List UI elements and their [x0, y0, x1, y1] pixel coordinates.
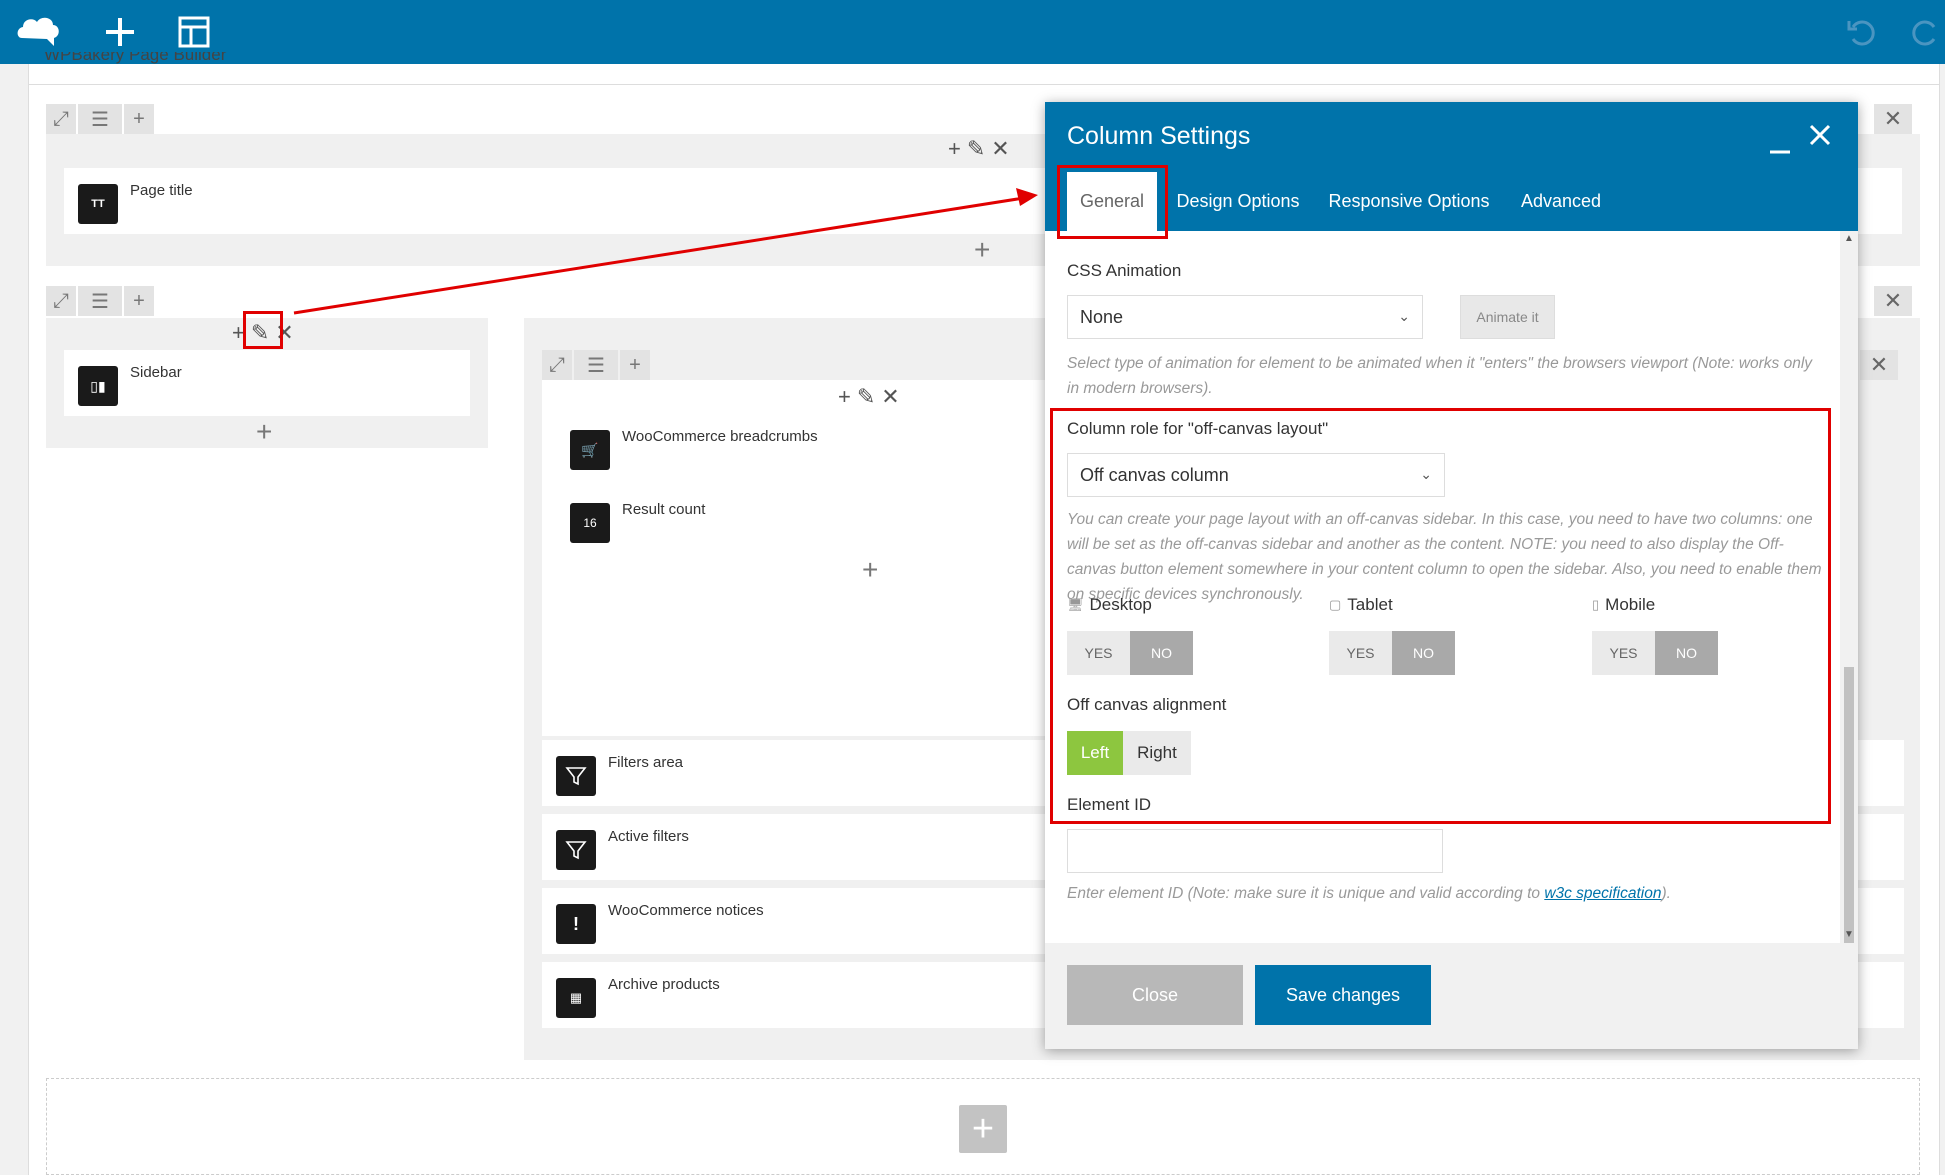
filter-icon [556, 756, 596, 796]
divider [28, 84, 1940, 85]
row-controls: ⤢ ☰ + [46, 286, 156, 316]
close-icon[interactable] [1805, 120, 1835, 156]
filter-icon [556, 830, 596, 870]
element-label: Sidebar [130, 364, 182, 381]
add-column-icon[interactable]: + [124, 286, 154, 316]
close-icon[interactable]: ✕ [1874, 286, 1912, 316]
modal-title: Column Settings [1067, 122, 1251, 150]
annotation-box-offcanvas-settings [1050, 408, 1831, 824]
row-controls: ⤢ ☰ + [46, 104, 156, 134]
row-layout-icon[interactable]: ☰ [574, 350, 618, 380]
row-layout-icon[interactable]: ☰ [78, 104, 122, 134]
add-element-icon[interactable] [96, 8, 144, 56]
element-label: Archive products [608, 976, 720, 993]
logo-icon[interactable] [14, 8, 62, 56]
result-count-icon: 16 [570, 503, 610, 543]
expand-icon[interactable]: ⤢ [46, 104, 76, 134]
element-label: Page title [130, 182, 193, 199]
inner-row-controls: ⤢ ☰ + [542, 350, 652, 380]
close-button[interactable]: Close [1067, 965, 1243, 1025]
scroll-thumb[interactable] [1844, 667, 1854, 963]
element-label: WooCommerce notices [608, 902, 764, 919]
breadcrumbs-icon: 🛒 [570, 430, 610, 470]
element-id-input[interactable] [1067, 829, 1443, 873]
undo-icon[interactable] [1838, 8, 1886, 56]
page-title-icon: TT [78, 184, 118, 224]
edit-pencil-icon[interactable]: ✎ [857, 384, 875, 410]
templates-icon[interactable] [170, 8, 218, 56]
element-label: Filters area [608, 754, 684, 771]
tab-advanced[interactable]: Advanced [1513, 172, 1609, 231]
sidebar-icon: ▯▮ [78, 366, 118, 406]
select-value: None [1080, 306, 1124, 327]
edit-pencil-icon[interactable]: ✎ [967, 136, 985, 162]
notice-icon: ! [556, 904, 596, 944]
add-icon[interactable]: + [948, 136, 961, 162]
column-controls: + ✎ ✕ [838, 384, 900, 410]
products-grid-icon: ▦ [556, 978, 596, 1018]
element-label: WooCommerce breadcrumbs [622, 428, 818, 445]
add-column-icon[interactable]: + [124, 104, 154, 134]
element-result-count[interactable]: 16 Result count [556, 487, 1046, 553]
css-animation-select[interactable]: None ⌄ [1067, 295, 1423, 339]
w3c-specification-link[interactable]: w3c specification [1544, 885, 1661, 902]
element-sidebar[interactable]: ▯▮ Sidebar [64, 350, 470, 416]
scroll-up-icon[interactable]: ▲ [1844, 233, 1854, 244]
add-element-icon[interactable]: + [974, 236, 990, 264]
minimize-icon[interactable] [1768, 126, 1792, 156]
row-layout-icon[interactable]: ☰ [78, 286, 122, 316]
element-label: Result count [622, 501, 706, 518]
column-controls: + ✎ ✕ [948, 136, 1010, 162]
element-id-description: Enter element ID (Note: make sure it is … [1067, 885, 1671, 902]
expand-icon[interactable]: ⤢ [46, 286, 76, 316]
add-new-row-area: + [46, 1078, 1920, 1175]
css-animation-label: CSS Animation [1067, 261, 1182, 280]
close-icon[interactable]: ✕ [1874, 104, 1912, 134]
element-breadcrumbs[interactable]: 🛒 WooCommerce breadcrumbs [556, 414, 1046, 480]
css-animation-description: Select type of animation for element to … [1067, 355, 1813, 397]
tab-design-options[interactable]: Design Options [1173, 172, 1303, 231]
animate-it-button[interactable]: Animate it [1460, 295, 1555, 339]
delete-icon[interactable]: ✕ [991, 136, 1009, 162]
chevron-down-icon: ⌄ [1398, 308, 1410, 324]
builder-title: WPBakery Page Builder [44, 52, 227, 64]
tab-responsive-options[interactable]: Responsive Options [1325, 172, 1493, 231]
add-icon[interactable]: + [838, 384, 851, 410]
save-changes-button[interactable]: Save changes [1255, 965, 1431, 1025]
close-icon[interactable]: ✕ [1860, 350, 1898, 380]
add-row-button[interactable]: + [959, 1105, 1007, 1153]
add-element-icon[interactable]: + [862, 556, 878, 584]
add-column-icon[interactable]: + [620, 350, 650, 380]
scroll-down-icon[interactable]: ▼ [1844, 929, 1854, 940]
annotation-box-edit [243, 311, 283, 349]
modal-footer: Close Save changes [1045, 943, 1858, 1049]
redo-icon[interactable] [1905, 8, 1945, 56]
annotation-box-general-tab [1057, 165, 1168, 239]
add-element-icon[interactable]: + [256, 418, 272, 446]
scrollbar[interactable]: ▲ ▼ [1840, 231, 1858, 963]
delete-icon[interactable]: ✕ [881, 384, 899, 410]
expand-icon[interactable]: ⤢ [542, 350, 572, 380]
element-label: Active filters [608, 828, 689, 845]
